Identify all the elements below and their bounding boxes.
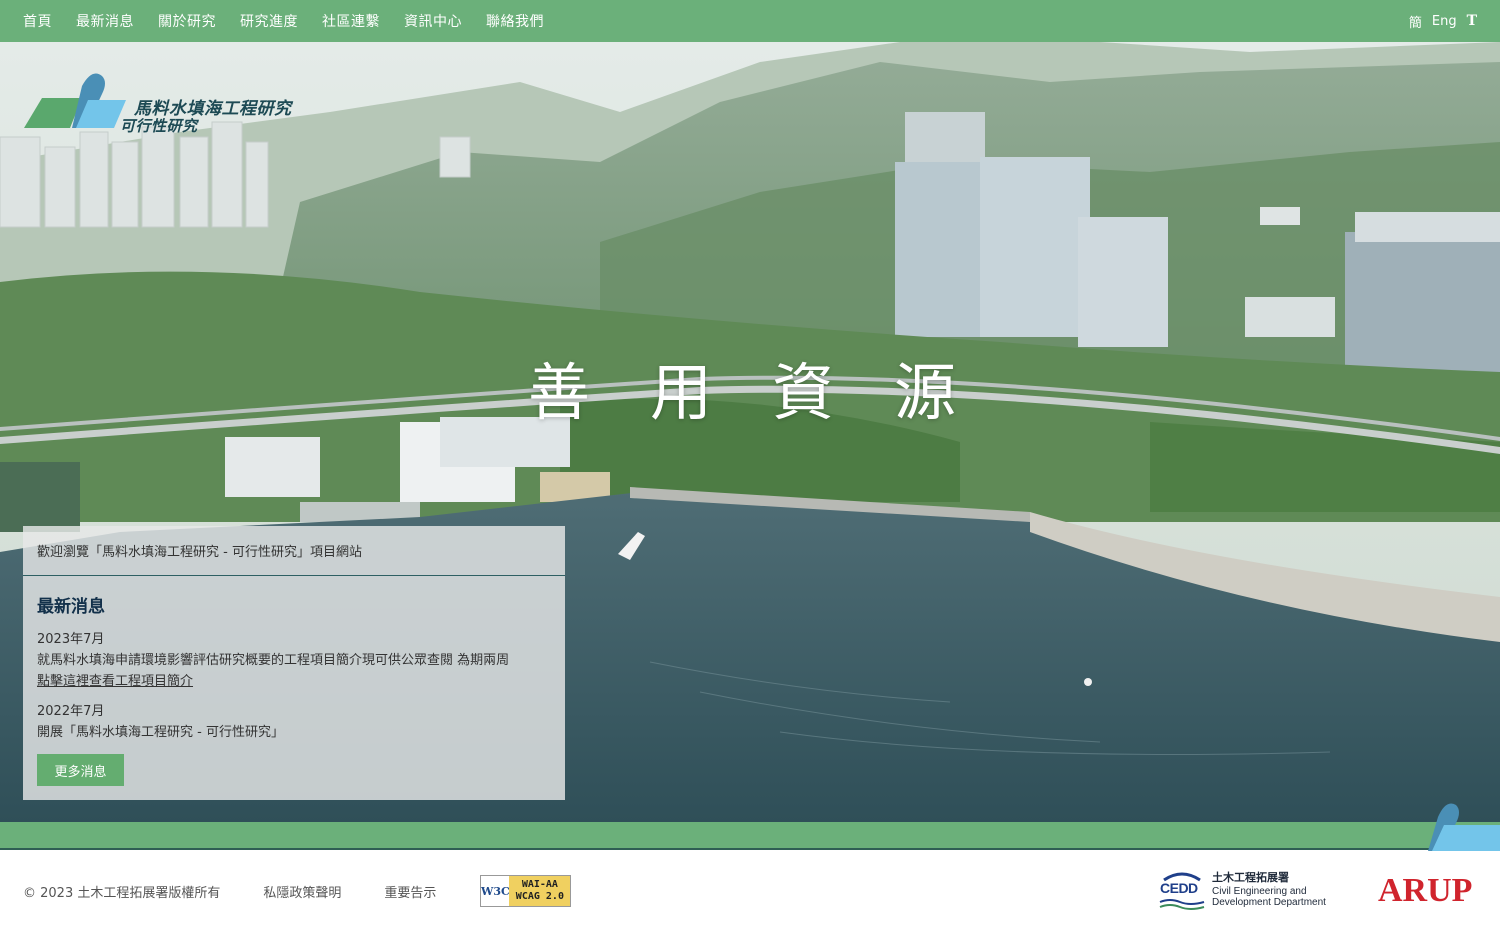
lang-english[interactable]: Eng (1432, 14, 1457, 29)
w3c-logo: W3C (481, 884, 510, 898)
news-item: 2023年7月 就馬料水填海申請環境影響評估研究概要的工程項目簡介現可供公眾查閱… (37, 629, 551, 692)
welcome-text: 歡迎瀏覽「馬料水填海工程研究 - 可行性研究」項目網站 (23, 526, 565, 576)
nav-latest-news[interactable]: 最新消息 (76, 11, 134, 31)
news-heading: 最新消息 (37, 597, 105, 617)
wcag-label: WCAG 2.0 (515, 891, 564, 902)
nav-info-centre[interactable]: 資訊中心 (404, 11, 462, 31)
divider-bar (0, 822, 1500, 850)
more-news-button[interactable]: 更多消息 (37, 754, 124, 786)
news-text: 開展「馬料水填海工程研究 - 可行性研究」 (37, 725, 284, 740)
logo-subtitle: 可行性研究 (120, 117, 198, 135)
language-switcher: 簡 Eng T (1409, 12, 1477, 31)
wai-aa-label: WAI-AA (521, 879, 558, 890)
news-panel: 歡迎瀏覽「馬料水填海工程研究 - 可行性研究」項目網站 最新消息 2023年7月… (23, 526, 565, 800)
cedd-logo[interactable]: CEDD 土木工程拓展署 Civil Engineering and Devel… (1158, 870, 1326, 910)
nav-study-progress[interactable]: 研究進度 (240, 11, 298, 31)
cedd-english-line2: Development Department (1212, 896, 1326, 908)
main-menu: 首頁 最新消息 關於研究 研究進度 社區連繫 資訊中心 聯絡我們 (23, 11, 544, 31)
nav-home[interactable]: 首頁 (23, 11, 52, 31)
news-text: 就馬料水填海申請環境影響評估研究概要的工程項目簡介現可供公眾查閱 為期兩周 (37, 653, 510, 668)
cedd-mark-icon: CEDD (1158, 870, 1206, 910)
copyright-text: © 2023 土木工程拓展署版權所有 (23, 885, 221, 901)
news-date: 2023年7月 (37, 632, 105, 647)
hero-slogan: 善用資源 (528, 356, 1017, 429)
cedd-chinese-name: 土木工程拓展署 (1212, 871, 1289, 884)
news-date: 2022年7月 (37, 704, 105, 719)
news-item: 2022年7月 開展「馬料水填海工程研究 - 可行性研究」 (37, 701, 551, 743)
lang-simplified[interactable]: 簡 (1409, 12, 1422, 31)
notice-link[interactable]: 重要告示 (384, 882, 436, 901)
cedd-english-line1: Civil Engineering and (1212, 885, 1307, 897)
nav-contact-us[interactable]: 聯絡我們 (486, 11, 544, 31)
news-link[interactable]: 點擊這裡查看工程項目簡介 (37, 671, 551, 692)
hero-banner: 馬料水填海工程研究 可行性研究 善用資源 歡迎瀏覽「馬料水填海工程研究 - 可行… (0, 42, 1500, 822)
logo-corner-icon (1428, 803, 1500, 851)
privacy-link[interactable]: 私隱政策聲明 (263, 882, 341, 901)
nav-about-study[interactable]: 關於研究 (158, 11, 216, 31)
logo-mark-icon (24, 73, 126, 128)
text-size-icon[interactable]: T (1467, 13, 1477, 29)
project-logo[interactable]: 馬料水填海工程研究 可行性研究 (22, 70, 322, 140)
arup-logo[interactable]: ARUP (1378, 872, 1472, 910)
w3c-wcag-badge[interactable]: W3C WAI-AA WCAG 2.0 (480, 875, 572, 907)
nav-community[interactable]: 社區連繫 (322, 11, 380, 31)
cedd-abbr: CEDD (1160, 880, 1198, 896)
top-nav: 首頁 最新消息 關於研究 研究進度 社區連繫 資訊中心 聯絡我們 簡 Eng T (0, 0, 1500, 42)
